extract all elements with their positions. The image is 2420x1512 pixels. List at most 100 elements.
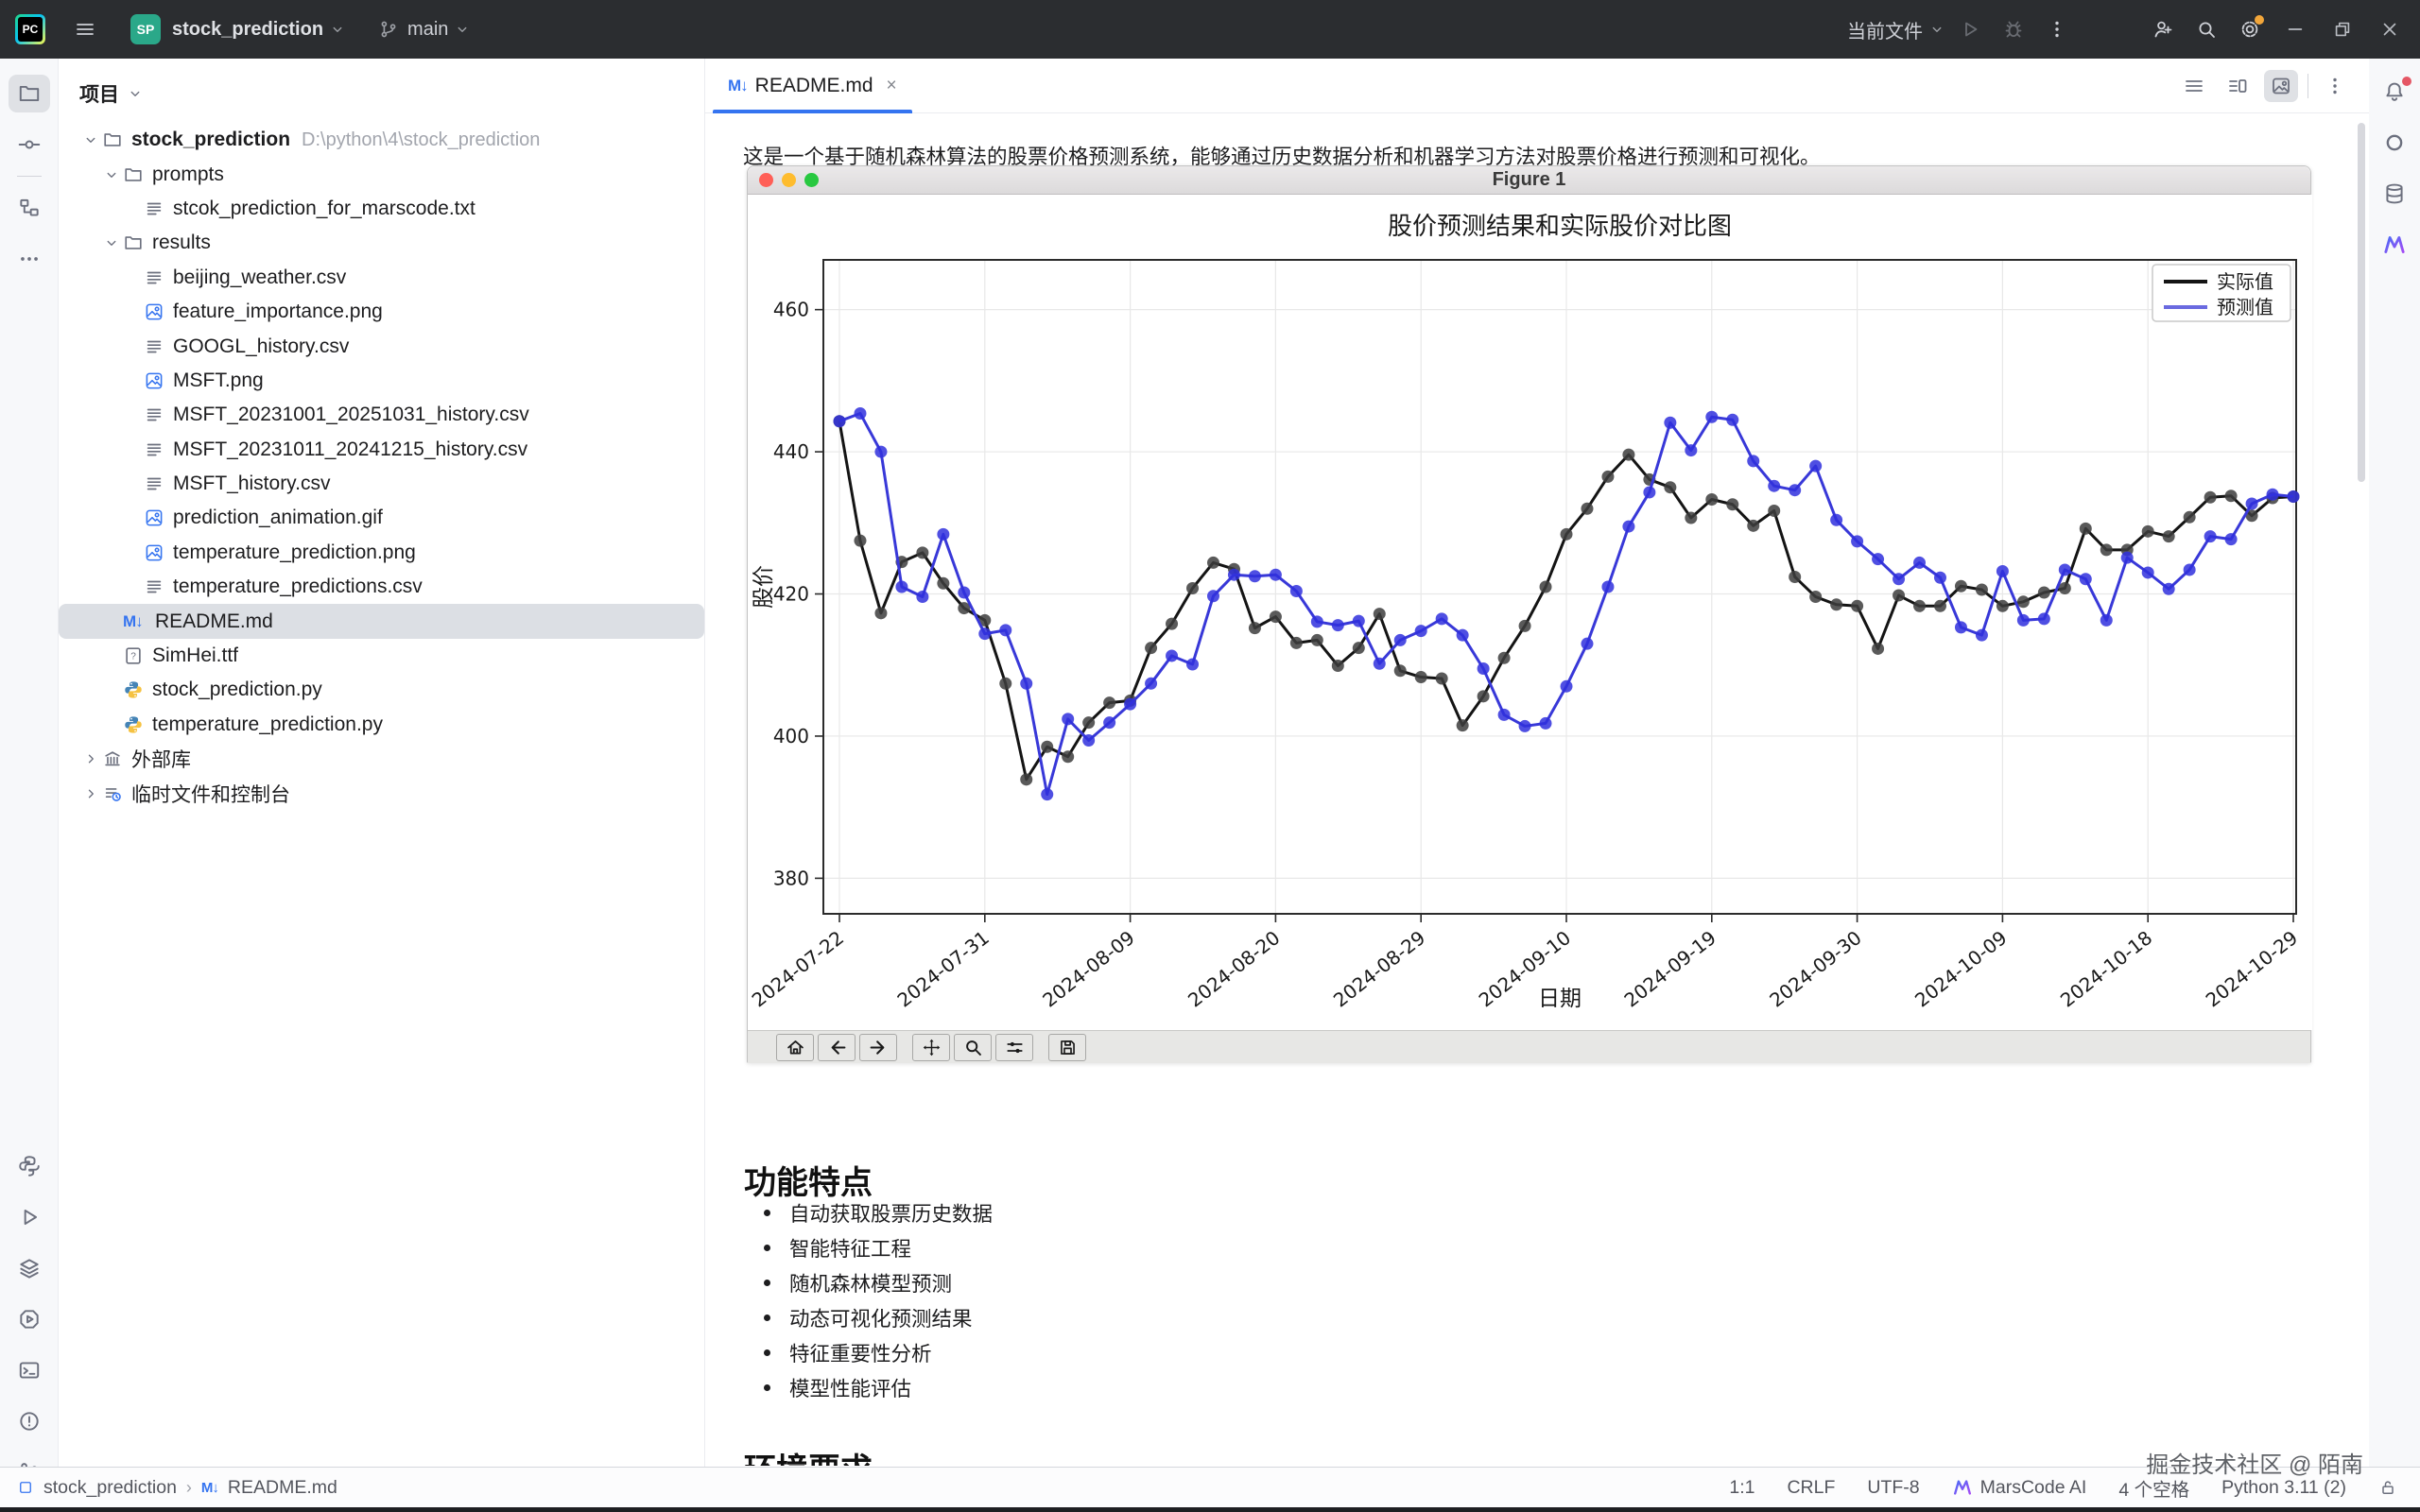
- main-menu-button[interactable]: [66, 10, 104, 48]
- text-file-icon: [144, 473, 164, 494]
- tree-item-MSFT_20231001_20251031_history.csv[interactable]: MSFT_20231001_20251031_history.csv: [59, 398, 704, 432]
- tab-close-icon[interactable]: ×: [887, 76, 897, 96]
- project-name[interactable]: stock_prediction: [172, 19, 323, 41]
- tree-item-MSFT.png[interactable]: MSFT.png: [59, 364, 704, 398]
- markdown-preview-button[interactable]: [2264, 70, 2298, 102]
- python-interpreter[interactable]: Python 3.11 (2): [2221, 1477, 2346, 1499]
- chevron-down-icon[interactable]: [79, 129, 102, 151]
- editor-scrollbar[interactable]: [2358, 123, 2365, 482]
- tree-item--[interactable]: 临时文件和控制台: [59, 776, 704, 810]
- caret-position[interactable]: 1:1: [1729, 1477, 1754, 1499]
- services-tool-icon: [17, 1256, 42, 1280]
- indent-spacer: [121, 507, 144, 529]
- marscode-tool-icon: [2382, 232, 2407, 257]
- structure-tool-icon[interactable]: [9, 189, 50, 227]
- notification-badge: [2402, 77, 2411, 86]
- services-tool-icon[interactable]: [9, 1249, 50, 1287]
- more-tools-icon: [17, 247, 42, 271]
- line-ending[interactable]: CRLF: [1787, 1477, 1835, 1499]
- marscode-status[interactable]: MarsCode AI: [1952, 1477, 2087, 1499]
- branch-selector[interactable]: main: [378, 19, 471, 41]
- indent-spacer: [121, 335, 144, 358]
- problems-tool-icon[interactable]: [9, 1402, 50, 1440]
- unlock-icon[interactable]: [2378, 1478, 2397, 1497]
- folder-file-icon: [102, 129, 123, 150]
- search-everywhere-button[interactable]: [2187, 10, 2225, 48]
- code-with-me-button[interactable]: [2144, 10, 2182, 48]
- tree-item-results[interactable]: results: [59, 226, 704, 260]
- project-tool-icon[interactable]: [9, 75, 50, 112]
- chevron-right-icon[interactable]: [79, 782, 102, 805]
- tree-item-label: MSFT.png: [173, 369, 264, 392]
- mpl-back-button[interactable]: [818, 1034, 856, 1061]
- tree-item-SimHei.ttf[interactable]: ?SimHei.ttf: [59, 639, 704, 673]
- tree-item-temperature_prediction.py[interactable]: temperature_prediction.py: [59, 708, 704, 742]
- tree-item-label: 临时文件和控制台: [131, 780, 290, 808]
- tree-item-label: MSFT_20231001_20251031_history.csv: [173, 404, 529, 426]
- debug-button[interactable]: [1995, 10, 2032, 48]
- editor-options-button[interactable]: [2318, 70, 2352, 102]
- tree-item-label: stock_prediction.py: [152, 679, 322, 701]
- tree-item--[interactable]: 外部库: [59, 742, 704, 776]
- text-file-icon: [144, 404, 164, 425]
- mpl-home-button[interactable]: [776, 1034, 814, 1061]
- run-config-selector[interactable]: 当前文件: [1847, 16, 1945, 43]
- tree-item-beijing_weather.csv[interactable]: beijing_weather.csv: [59, 261, 704, 295]
- project-panel-header[interactable]: 项目: [59, 59, 704, 108]
- kebab-icon: [2324, 75, 2346, 97]
- run-button[interactable]: [1951, 10, 1989, 48]
- python-packages-icon[interactable]: [9, 1147, 50, 1185]
- mpl-subplots-button[interactable]: [995, 1034, 1033, 1061]
- mpl-pan-button[interactable]: [912, 1034, 950, 1061]
- tree-item-README.md[interactable]: M↓README.md: [59, 604, 704, 638]
- tree-item-temperature_predictions.csv[interactable]: temperature_predictions.csv: [59, 570, 704, 604]
- tree-item-stcok_prediction_for_marscode.txt[interactable]: stcok_prediction_for_marscode.txt: [59, 192, 704, 226]
- markdown-source-view-button[interactable]: [2177, 70, 2211, 102]
- close-button[interactable]: [2369, 9, 2411, 50]
- minimize-button[interactable]: [2274, 9, 2316, 50]
- indent-spacer: [100, 644, 123, 667]
- chevron-down-icon[interactable]: [329, 21, 346, 38]
- chevron-right-icon[interactable]: [79, 747, 102, 770]
- tree-item-MSFT_20231011_20241215_history.csv[interactable]: MSFT_20231011_20241215_history.csv: [59, 433, 704, 467]
- restore-button[interactable]: [2322, 9, 2363, 50]
- mpl-forward-button[interactable]: [859, 1034, 897, 1061]
- tree-item-MSFT_history.csv[interactable]: MSFT_history.csv: [59, 467, 704, 501]
- breadcrumb-file[interactable]: README.md: [228, 1477, 337, 1499]
- ai-assistant-icon[interactable]: [2374, 124, 2415, 162]
- mpl-save-button[interactable]: [1048, 1034, 1086, 1061]
- tree-item-feature_importance.png[interactable]: feature_importance.png: [59, 295, 704, 329]
- indent-spacer: [121, 404, 144, 426]
- tree-item-prediction_animation.gif[interactable]: prediction_animation.gif: [59, 501, 704, 535]
- settings-button[interactable]: [2231, 10, 2269, 48]
- editor-tab-bar: M↓ README.md ×: [705, 59, 2369, 113]
- breadcrumb-project[interactable]: stock_prediction: [43, 1477, 177, 1499]
- svg-text:2024-08-29: 2024-08-29: [1329, 926, 1429, 1011]
- python-console-icon[interactable]: [9, 1300, 50, 1338]
- chevron-down-icon[interactable]: [100, 163, 123, 186]
- markdown-split-view-button[interactable]: [2221, 70, 2255, 102]
- database-tool-icon[interactable]: [2374, 175, 2415, 213]
- commit-tool-icon[interactable]: [9, 126, 50, 163]
- stripe-divider: [17, 176, 42, 177]
- tab-readme[interactable]: M↓ README.md ×: [713, 59, 912, 113]
- tree-item-prompts[interactable]: prompts: [59, 157, 704, 191]
- more-actions-button[interactable]: [2038, 10, 2076, 48]
- terminal-tool-icon[interactable]: [9, 1351, 50, 1389]
- svg-text:日期: 日期: [1538, 987, 1582, 1011]
- user-plus-icon: [2152, 18, 2174, 41]
- chevron-down-icon[interactable]: [100, 232, 123, 254]
- tree-item-label: feature_importance.png: [173, 301, 383, 323]
- tree-item-GOOGL_history.csv[interactable]: GOOGL_history.csv: [59, 329, 704, 363]
- more-tools-icon[interactable]: [9, 240, 50, 278]
- marscode-tool-icon[interactable]: [2374, 226, 2415, 264]
- tree-item-stock_prediction[interactable]: stock_predictionD:\python\4\stock_predic…: [59, 123, 704, 157]
- run-tool-icon[interactable]: [9, 1198, 50, 1236]
- mpl-zoom-button[interactable]: [954, 1034, 992, 1061]
- chevron-down-icon: [127, 85, 144, 102]
- file-encoding[interactable]: UTF-8: [1867, 1477, 1919, 1499]
- notifications-icon[interactable]: [2374, 73, 2415, 111]
- tree-item-temperature_prediction.png[interactable]: temperature_prediction.png: [59, 536, 704, 570]
- bug-icon: [2002, 18, 2025, 41]
- tree-item-stock_prediction.py[interactable]: stock_prediction.py: [59, 673, 704, 707]
